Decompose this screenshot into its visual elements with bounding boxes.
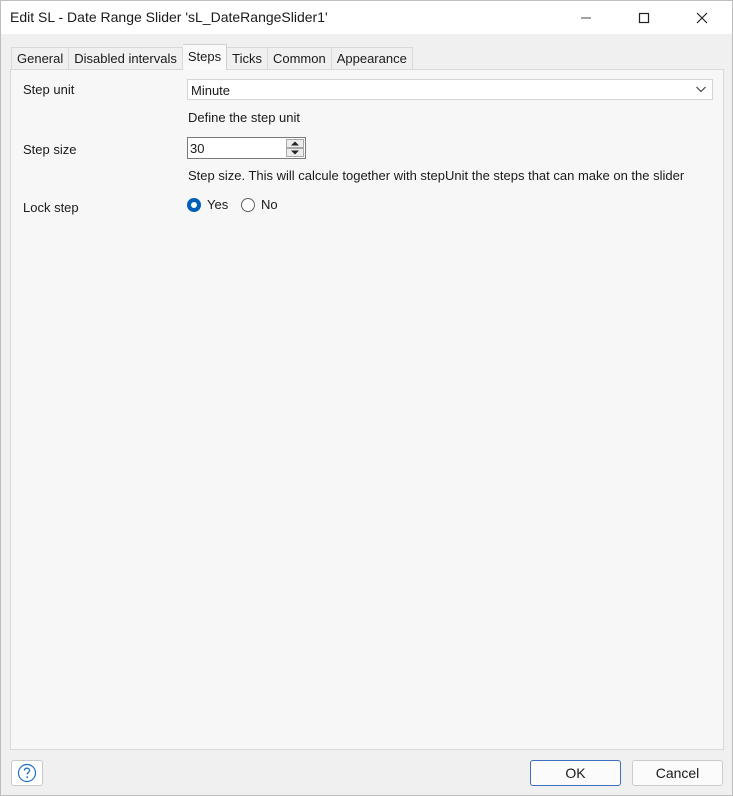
lock-step-no-label: No — [261, 197, 278, 212]
minimize-button[interactable] — [563, 1, 609, 34]
maximize-icon — [638, 12, 650, 23]
step-size-help: Step size. This will calcule together wi… — [188, 168, 685, 183]
lock-step-yes-label: Yes — [207, 197, 229, 212]
step-size-label: Step size — [23, 142, 77, 157]
help-icon — [17, 763, 37, 783]
title-bar[interactable]: Edit SL - Date Range Slider 'sL_DateRang… — [1, 1, 732, 34]
tab-steps[interactable]: Steps — [182, 44, 228, 70]
tab-appearance[interactable]: Appearance — [331, 47, 413, 70]
tab-strip: General Disabled intervals Steps Ticks C… — [11, 44, 413, 70]
ok-button[interactable]: OK — [530, 760, 621, 786]
step-size-stepper[interactable]: 30 — [187, 137, 306, 159]
arrow-up-icon — [291, 141, 299, 146]
tab-general[interactable]: General — [11, 47, 70, 70]
close-button[interactable] — [679, 1, 725, 34]
help-button[interactable] — [11, 760, 43, 786]
tab-disabled-intervals[interactable]: Disabled intervals — [69, 47, 183, 70]
minimize-icon — [581, 17, 591, 18]
tab-common[interactable]: Common — [267, 47, 332, 70]
window-title: Edit SL - Date Range Slider 'sL_DateRang… — [10, 9, 328, 25]
step-unit-value: Minute — [191, 83, 231, 98]
chevron-down-icon — [696, 86, 706, 93]
radio-unchecked-icon[interactable] — [241, 197, 255, 212]
arrow-down-icon — [291, 150, 299, 155]
step-unit-dropdown[interactable]: Minute — [187, 79, 713, 100]
tab-ticks[interactable]: Ticks — [227, 47, 268, 70]
step-unit-label: Step unit — [23, 82, 75, 97]
radio-checked-icon[interactable] — [187, 197, 201, 212]
lock-step-label: Lock step — [23, 200, 79, 215]
steps-panel: Step unit Minute Define the step unit St… — [10, 69, 724, 750]
lock-step-no-radio[interactable]: No — [241, 197, 278, 212]
step-size-value: 30 — [190, 141, 205, 156]
stepper-down-button[interactable] — [286, 148, 304, 157]
step-unit-help: Define the step unit — [188, 110, 301, 125]
close-icon — [696, 12, 708, 23]
lock-step-yes-radio[interactable]: Yes — [187, 197, 228, 212]
stepper-buttons — [286, 139, 304, 157]
maximize-button[interactable] — [621, 1, 667, 34]
dialog-window: Edit SL - Date Range Slider 'sL_DateRang… — [0, 0, 733, 796]
stepper-up-button[interactable] — [286, 139, 304, 148]
cancel-button[interactable]: Cancel — [632, 760, 723, 786]
